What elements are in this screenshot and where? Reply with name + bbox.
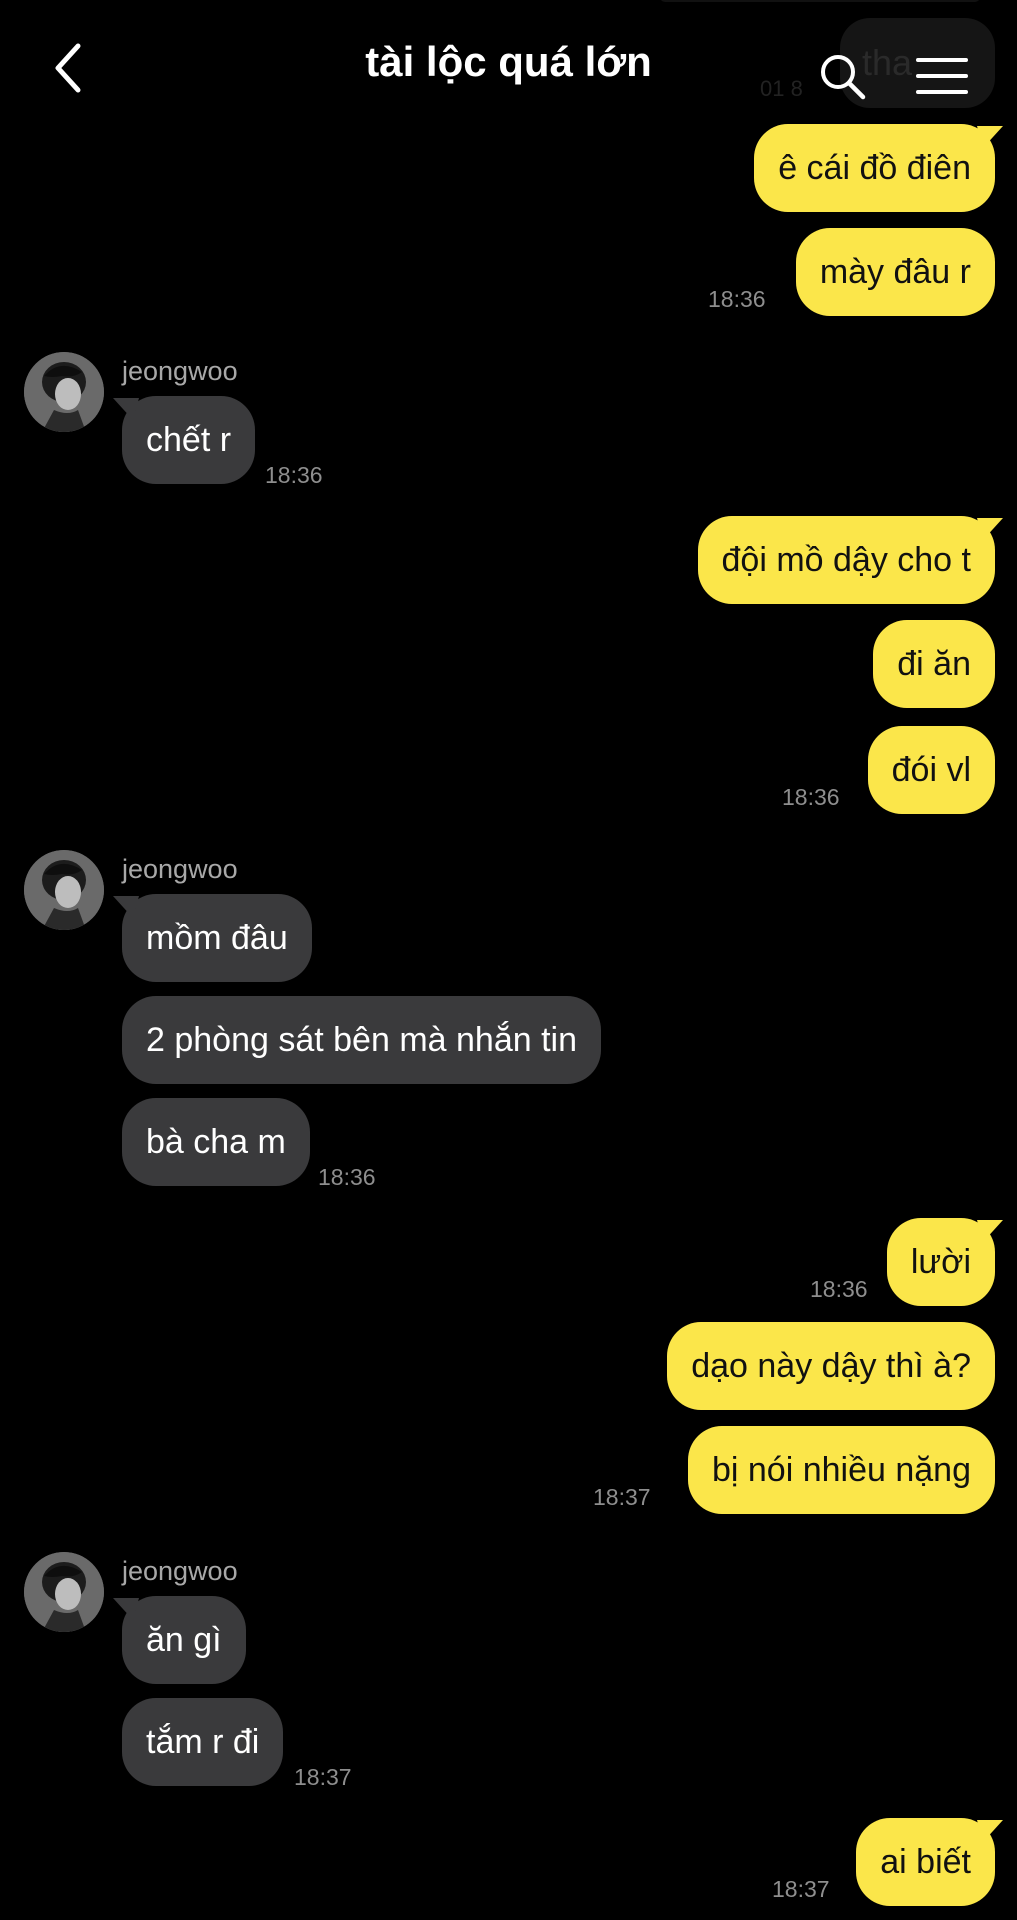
message-timestamp: 18:36 — [708, 286, 766, 312]
message-timestamp: 18:36 — [265, 462, 323, 488]
avatar[interactable] — [24, 352, 104, 432]
outgoing-message[interactable]: bị nói nhiều nặng — [687, 1426, 995, 1514]
profile-photo — [24, 1552, 104, 1632]
message-text: đói vl — [891, 751, 971, 789]
sender-name: jeongwoo — [122, 854, 238, 884]
menu-button[interactable] — [914, 54, 970, 98]
message-timestamp: 18:36 — [318, 1164, 376, 1190]
outgoing-message[interactable]: đi ăn — [873, 620, 995, 708]
message-text: ai biết — [880, 1843, 971, 1881]
message-text: dạo này dậy thì à? — [691, 1347, 971, 1385]
message-text: mồm đâu — [146, 919, 288, 957]
message-timestamp: 18:36 — [782, 784, 840, 810]
outgoing-message[interactable]: mày đâu r — [795, 228, 995, 316]
message-text: tắm r đi — [146, 1723, 260, 1761]
message-text: chết r — [146, 421, 232, 459]
profile-photo — [24, 352, 104, 432]
incoming-message[interactable]: tắm r đi — [122, 1698, 284, 1786]
hamburger-menu-icon — [916, 58, 968, 94]
avatar[interactable] — [24, 1552, 104, 1632]
sender-name: jeongwoo — [122, 356, 238, 386]
message-text: ăn gì — [146, 1621, 222, 1659]
incoming-message[interactable]: bà cha m — [122, 1098, 310, 1186]
outgoing-message[interactable]: đói vl — [867, 726, 995, 814]
message-text: đi ăn — [897, 645, 971, 683]
bubble-tail — [113, 1598, 139, 1620]
outgoing-message[interactable]: dạo này dậy thì à? — [667, 1322, 995, 1410]
bubble-tail — [977, 1820, 1003, 1842]
bubble-tail — [977, 518, 1003, 540]
bubble-tail — [977, 126, 1003, 148]
bubble-tail — [977, 1220, 1003, 1242]
outgoing-message[interactable]: lười — [886, 1218, 1003, 1306]
message-text: 2 phòng sát bên mà nhắn tin — [146, 1021, 577, 1059]
message-timestamp: 18:36 — [810, 1276, 868, 1302]
message-text: mày đâu r — [819, 253, 971, 291]
search-button[interactable] — [818, 52, 868, 102]
avatar[interactable] — [24, 850, 104, 930]
sender-name: jeongwoo — [122, 1556, 238, 1586]
message-text: đội mồ dậy cho t — [721, 541, 971, 579]
message-text: lười — [910, 1243, 971, 1281]
message-timestamp: 18:37 — [294, 1764, 352, 1790]
incoming-message[interactable]: chết r — [113, 396, 256, 484]
chat-header: tài lộc quá lớn — [0, 0, 1017, 120]
outgoing-message[interactable]: ai biết — [856, 1818, 1003, 1906]
outgoing-message[interactable]: đội mồ dậy cho t — [697, 516, 1003, 604]
message-text: ê cái đồ điên — [778, 149, 971, 187]
message-timestamp: 18:37 — [593, 1484, 651, 1510]
bubble-tail — [113, 398, 139, 420]
message-text: bà cha m — [146, 1123, 286, 1161]
message-text: bị nói nhiều nặng — [711, 1451, 971, 1489]
search-icon — [821, 55, 866, 100]
profile-photo — [24, 850, 104, 930]
message-timestamp: 18:37 — [772, 1876, 830, 1902]
outgoing-message[interactable]: ê cái đồ điên — [754, 124, 1003, 212]
incoming-message[interactable]: 2 phòng sát bên mà nhắn tin — [122, 996, 601, 1084]
bubble-tail — [113, 896, 139, 918]
incoming-message[interactable]: mồm đâu — [113, 894, 312, 982]
incoming-message[interactable]: ăn gì — [113, 1596, 246, 1684]
